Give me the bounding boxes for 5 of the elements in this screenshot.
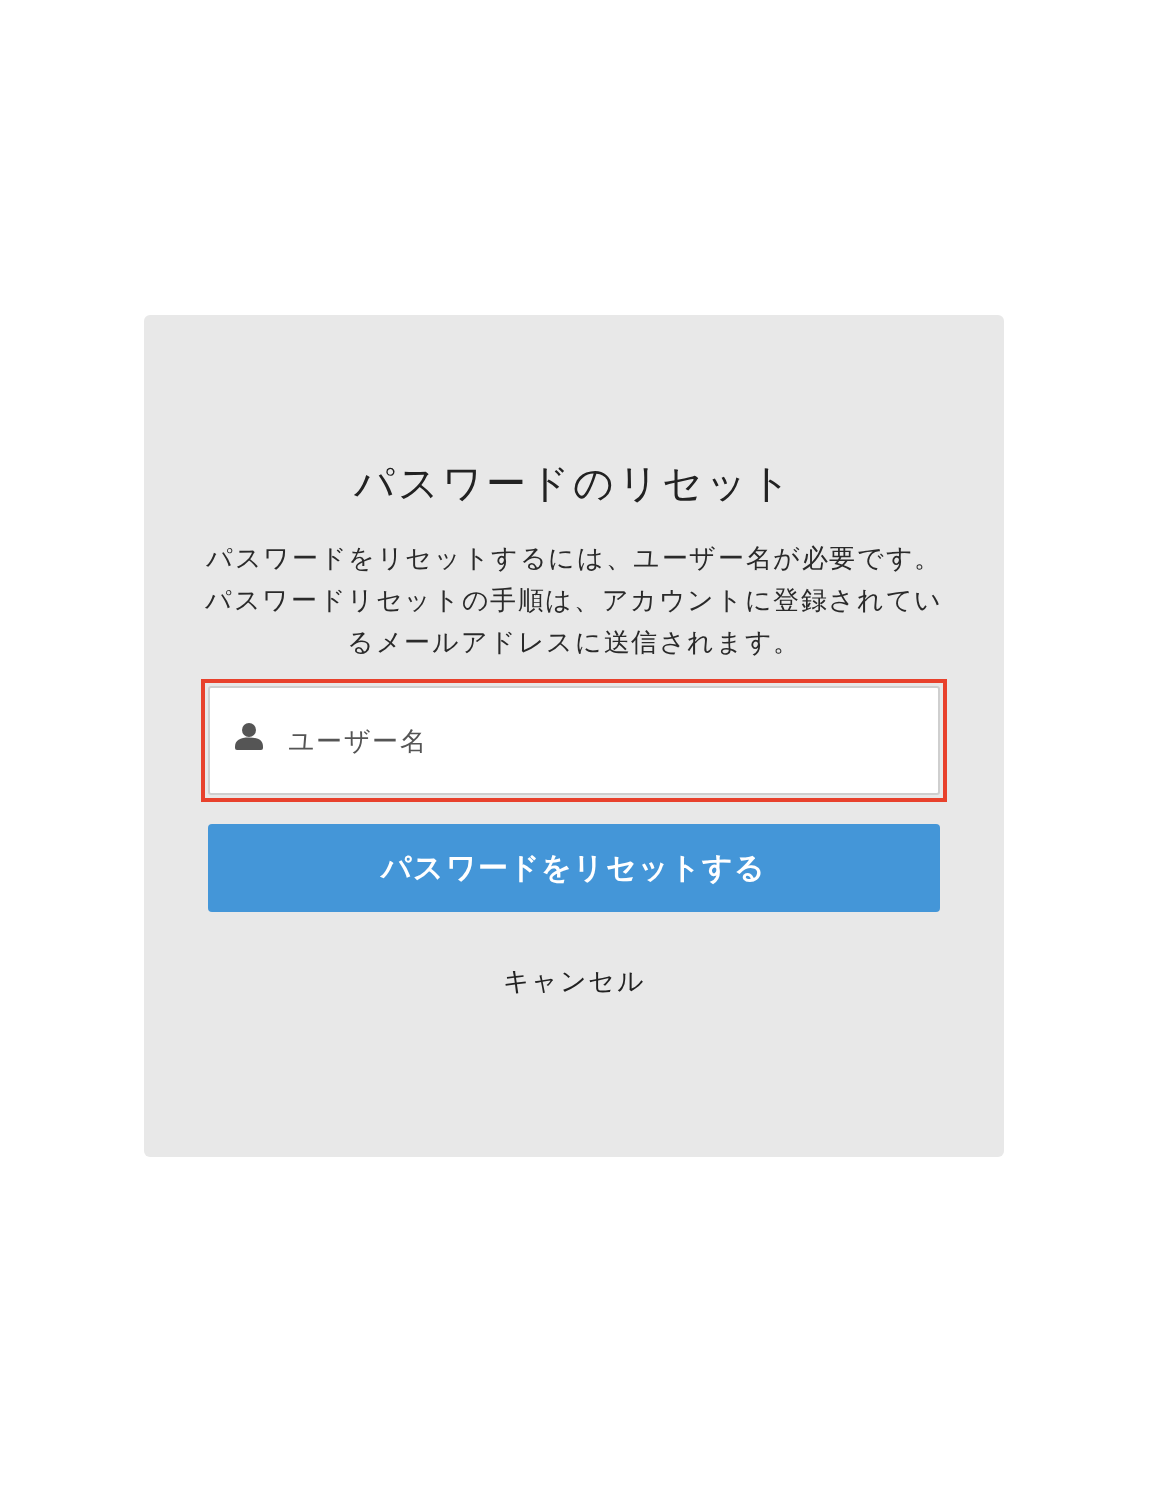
description-text: パスワードをリセットするには、ユーザー名が必要です。パスワードリセットの手順は、アカウントに登録されているメールアドレスに送信されます。	[204, 542, 944, 659]
page-title: パスワードのリセット	[353, 459, 795, 508]
cancel-link[interactable]: キャンセル	[503, 963, 645, 999]
person-icon	[235, 723, 263, 750]
username-field[interactable]: ユーザー名	[208, 686, 940, 795]
